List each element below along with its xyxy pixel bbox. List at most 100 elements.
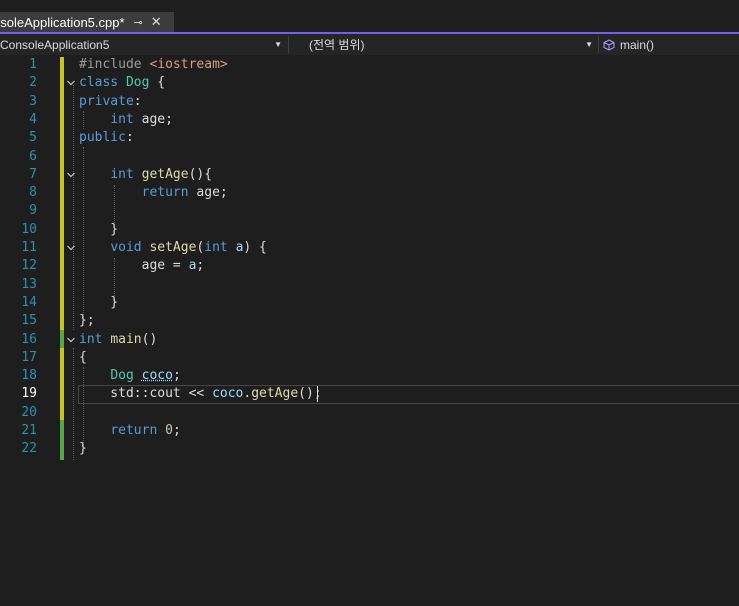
tab-strip: nsoleApplication5.cpp* ⊸ ✕	[0, 0, 739, 33]
code-line[interactable]: 8 return age;	[0, 184, 739, 202]
code-token: int	[110, 166, 142, 182]
collapse-chevron-icon[interactable]	[66, 331, 76, 349]
code-line[interactable]: 20	[0, 404, 739, 422]
line-number: 5	[29, 130, 37, 146]
code-token: #include	[79, 57, 150, 72]
code-line[interactable]: 19 std::cout << coco.getAge();	[0, 385, 739, 403]
code-token: :	[125, 130, 134, 146]
code-text[interactable]: private:	[79, 93, 142, 111]
code-token: ()	[141, 331, 158, 347]
code-token: {	[149, 75, 166, 91]
code-token: }	[79, 221, 119, 237]
collapse-chevron-icon[interactable]	[66, 239, 76, 257]
code-line[interactable]: 15};	[0, 312, 739, 330]
divider	[288, 36, 289, 53]
line-number: 22	[21, 441, 37, 457]
method-cube-icon	[603, 38, 615, 51]
code-text[interactable]: {	[79, 349, 87, 367]
code-text[interactable]: Dog coco;	[79, 367, 181, 385]
code-line[interactable]: 9	[0, 202, 739, 220]
line-number: 9	[29, 203, 37, 219]
line-number: 7	[29, 166, 37, 182]
line-number: 4	[29, 111, 37, 127]
code-text[interactable]: }	[79, 221, 118, 239]
code-line[interactable]: 4 int age;	[0, 111, 739, 129]
code-text[interactable]: int getAge(){	[79, 166, 212, 184]
code-text[interactable]: int age;	[79, 111, 173, 129]
chevron-down-icon[interactable]: ▼	[585, 40, 593, 49]
document-tab-title[interactable]: nsoleApplication5.cpp*	[0, 15, 125, 30]
function-dropdown-label: main()	[620, 37, 655, 52]
line-number: 14	[21, 294, 37, 310]
code-text[interactable]: return 0;	[79, 422, 180, 440]
code-token: int	[110, 111, 142, 127]
code-editor[interactable]: 1 #include <iostream> 2 class Dog {3 private…	[0, 55, 739, 606]
code-line[interactable]: 17 {	[0, 349, 739, 367]
line-number: 16	[21, 331, 37, 347]
code-text[interactable]: return age;	[79, 184, 228, 202]
code-line[interactable]: 10 }	[0, 221, 739, 239]
code-line[interactable]: 3 private:	[0, 93, 739, 111]
code-text[interactable]: }	[79, 440, 87, 458]
code-token: ) {	[243, 240, 267, 255]
collapse-chevron-icon[interactable]	[66, 74, 76, 92]
code-token: age;	[196, 185, 228, 201]
code-token: <iostream>	[149, 57, 228, 72]
code-token: public	[79, 130, 126, 146]
code-token: {	[79, 349, 87, 365]
code-token: return	[110, 423, 166, 438]
line-number: 6	[29, 148, 37, 164]
project-dropdown-label: ConsoleApplication5	[0, 37, 110, 52]
navigation-bar: ConsoleApplication5 ▼ (전역 범위) ▼ main()	[0, 34, 739, 55]
code-token: };	[79, 313, 95, 329]
code-line[interactable]: 22}	[0, 440, 739, 458]
code-token: void	[110, 240, 150, 255]
code-line[interactable]: 12 age = a;	[0, 257, 739, 275]
code-line[interactable]: 13	[0, 276, 739, 294]
code-text[interactable]: }	[79, 294, 118, 312]
scope-dropdown[interactable]: (전역 범위) ▼	[291, 34, 597, 55]
code-line[interactable]: 18 Dog coco;	[0, 367, 739, 385]
code-line[interactable]: 1 #include <iostream>	[0, 56, 739, 74]
code-line[interactable]: 14 }	[0, 294, 739, 312]
code-text[interactable]: void setAge(int a) {	[79, 239, 267, 257]
collapse-chevron-icon[interactable]	[66, 166, 76, 184]
chevron-down-icon[interactable]: ▼	[274, 40, 282, 49]
code-line[interactable]: 16 int main()	[0, 331, 739, 349]
code-line[interactable]: 11 void setAge(int a) {	[0, 239, 739, 257]
close-icon[interactable]: ✕	[151, 14, 162, 30]
code-token: getAge	[251, 386, 299, 402]
function-dropdown[interactable]: main()	[600, 34, 739, 55]
code-line[interactable]: 5 public:	[0, 129, 739, 147]
code-token: }	[79, 294, 119, 310]
line-number: 19	[21, 386, 37, 402]
line-number: 12	[21, 258, 37, 274]
code-line[interactable]: 6	[0, 148, 739, 166]
code-line[interactable]: 2 class Dog {	[0, 74, 739, 92]
line-number: 20	[21, 404, 37, 420]
code-text[interactable]: int main()	[79, 331, 157, 349]
code-token: int	[79, 331, 111, 347]
code-text[interactable]: public:	[79, 129, 134, 147]
code-token: (){	[188, 166, 213, 182]
code-token: age;	[141, 111, 173, 127]
code-token: setAge	[149, 240, 197, 255]
code-text[interactable]: std::cout << coco.getAge();	[79, 385, 321, 403]
code-text[interactable]: #include <iostream>	[79, 56, 228, 74]
code-token: getAge	[141, 166, 189, 182]
code-token: ;	[172, 368, 181, 384]
project-dropdown[interactable]: ConsoleApplication5 ▼	[0, 34, 286, 55]
code-line[interactable]: 7 int getAge(){	[0, 166, 739, 184]
code-text[interactable]: };	[79, 312, 95, 330]
code-line[interactable]: 21 return 0;	[0, 422, 739, 440]
code-text[interactable]: class Dog {	[79, 74, 165, 92]
pin-icon[interactable]: ⊸	[134, 16, 143, 29]
document-tab[interactable]: nsoleApplication5.cpp* ⊸ ✕	[0, 12, 174, 32]
code-token: main	[110, 331, 142, 347]
code-token: std::cout <<	[79, 386, 213, 402]
code-text[interactable]: age = a;	[79, 257, 205, 275]
